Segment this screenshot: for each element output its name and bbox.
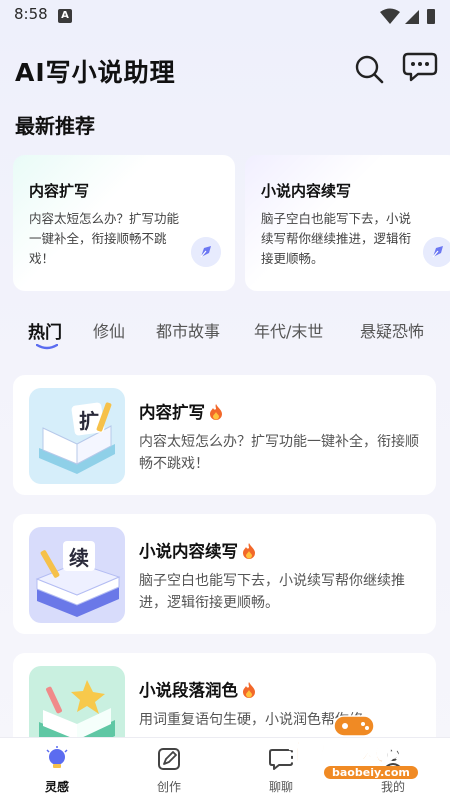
message-icon[interactable]	[402, 50, 438, 84]
app-title: AI写小说助理	[15, 58, 176, 87]
list-item-continue[interactable]: 续 小说内容续写 脑子空白也能写下去，小说续写帮你继续推进，逻辑衔接更顺畅。	[13, 514, 436, 634]
list-item-title-text: 小说内容续写	[139, 542, 238, 561]
search-icon[interactable]	[352, 52, 386, 86]
pen-nib-icon	[423, 237, 450, 267]
tab-era[interactable]: 年代/末世	[254, 318, 323, 342]
tab-suspense[interactable]: 悬疑恐怖	[360, 318, 424, 342]
recommend-card-desc: 脑子空白也能写下去，小说续写帮你继续推进，逻辑衔接更顺畅。	[261, 211, 412, 266]
list-item-desc: 内容太短怎么办？扩写功能一键补全，衔接顺畅不跳戏！	[139, 434, 419, 472]
list-item-title: 内容扩写	[139, 399, 223, 423]
recommend-card-title: 小说内容续写	[261, 182, 352, 200]
recommend-card-expand[interactable]: 内容扩写 内容太短怎么办？扩写功能一键补全，衔接顺畅不跳戏！	[13, 155, 235, 291]
nav-label: 创作	[156, 780, 181, 794]
fire-icon	[243, 543, 255, 559]
wifi-icon	[380, 8, 400, 24]
pen-icon	[158, 748, 180, 770]
lightbulb-icon	[46, 746, 68, 768]
section-title-recommended: 最新推荐	[15, 114, 95, 138]
tab-indicator	[36, 344, 58, 350]
nav-item-inspiration[interactable]: 灵感	[12, 738, 102, 800]
fire-icon	[243, 682, 255, 698]
pen-nib-icon	[191, 237, 221, 267]
recommend-card-title: 内容扩写	[29, 182, 90, 200]
list-item-desc: 脑子空白也能写下去，小说续写帮你继续推进，逻辑衔接更顺畅。	[139, 573, 405, 611]
battery-icon	[427, 9, 435, 24]
watermark-text: 宝贝游戏网	[286, 738, 411, 767]
signal-icon	[405, 10, 419, 24]
tab-hot[interactable]: 热门	[28, 318, 62, 343]
tab-xiuxian[interactable]: 修仙	[93, 318, 125, 342]
book-expand-illustration: 扩	[29, 388, 125, 484]
recommend-card-continue[interactable]: 小说内容续写 脑子空白也能写下去，小说续写帮你继续推进，逻辑衔接更顺畅。	[245, 155, 450, 291]
list-item-title-text: 内容扩写	[139, 403, 205, 422]
book-continue-illustration: 续	[29, 527, 125, 623]
list-item-title-text: 小说段落润色	[139, 681, 238, 700]
list-item-title: 小说段落润色	[139, 677, 256, 701]
list-item-title: 小说内容续写	[139, 538, 256, 562]
thumb-char: 扩	[79, 409, 99, 433]
status-bar: 8:58 A	[0, 0, 450, 32]
watermark-url: baobeiy.com	[324, 766, 418, 779]
list-item-expand[interactable]: 扩 内容扩写 内容太短怎么办？扩写功能一键补全，衔接顺畅不跳戏！	[13, 375, 436, 495]
nav-label: 灵感	[44, 780, 69, 794]
tab-urban[interactable]: 都市故事	[156, 318, 220, 342]
category-tabs: 热门 修仙 都市故事 年代/末世 悬疑恐怖	[0, 314, 450, 354]
nav-item-create[interactable]: 创作	[124, 738, 214, 800]
notification-badge-icon: A	[58, 9, 72, 23]
thumb-char: 续	[69, 546, 89, 570]
status-time: 8:58	[14, 5, 48, 23]
watermark: 宝贝游戏网 baobeiy.com	[272, 712, 450, 792]
status-icons	[380, 8, 435, 24]
recommend-card-desc: 内容太短怎么办？扩写功能一键补全，衔接顺畅不跳戏！	[29, 211, 180, 266]
fire-icon	[210, 404, 222, 420]
